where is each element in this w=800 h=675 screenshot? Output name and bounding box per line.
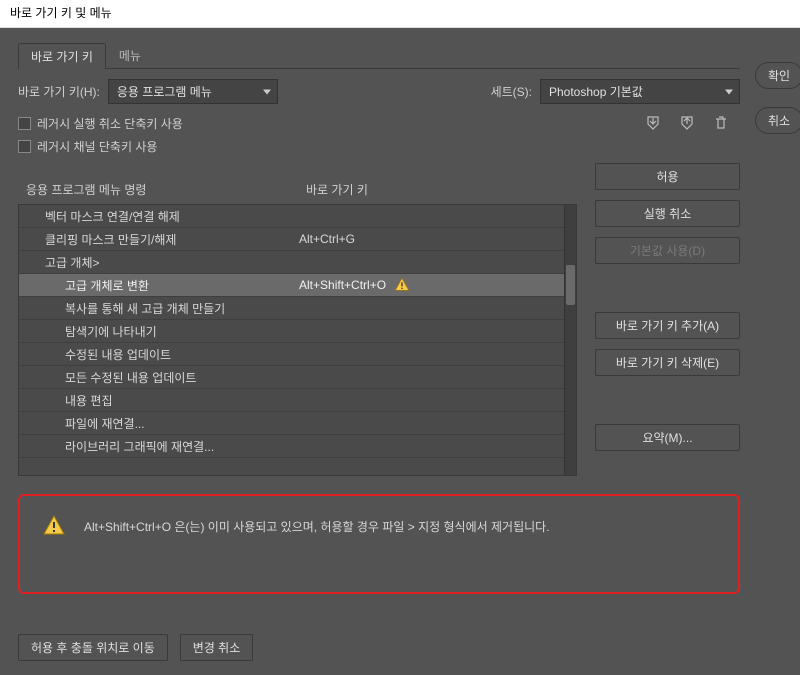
- legacy-undo-label: 레거시 실행 취소 단축키 사용: [37, 115, 183, 132]
- middle-section: 응용 프로그램 메뉴 명령 바로 가기 키 벡터 마스크 연결/연결 해제클리핑…: [18, 163, 740, 476]
- tree-scrollbar[interactable]: [564, 205, 576, 475]
- legacy-undo-row: 레거시 실행 취소 단축키 사용: [18, 114, 740, 132]
- tab-shortcuts[interactable]: 바로 가기 키: [18, 43, 106, 69]
- tree-row[interactable]: 내용 편집: [19, 389, 564, 412]
- legacy-channel-row: 레거시 채널 단축키 사용: [18, 138, 740, 155]
- dialog-right-buttons: 확인 취소: [758, 28, 800, 675]
- window-titlebar: 바로 가기 키 및 메뉴: [0, 0, 800, 28]
- tree-row[interactable]: 수정된 내용 업데이트: [19, 343, 564, 366]
- tree-row-label: 고급 개체>: [27, 254, 100, 271]
- tree-row-label: 내용 편집: [27, 392, 113, 409]
- tab-menus[interactable]: 메뉴: [106, 42, 154, 68]
- header-command: 응용 프로그램 메뉴 명령: [26, 181, 306, 198]
- ok-button[interactable]: 확인: [755, 62, 800, 89]
- tree-row[interactable]: 벡터 마스크 연결/연결 해제: [19, 205, 564, 228]
- undo-changes-button[interactable]: 변경 취소: [180, 634, 254, 661]
- new-set-icon[interactable]: [678, 114, 696, 132]
- warning-icon: [42, 514, 66, 538]
- tree-row[interactable]: 파일에 재연결...: [19, 412, 564, 435]
- tree-row-label: 라이브러리 그래픽에 재연결...: [27, 438, 214, 455]
- tree-row-label: 벡터 마스크 연결/연결 해제: [27, 208, 180, 225]
- delete-set-icon[interactable]: [712, 114, 730, 132]
- tree-row-shortcut: Alt+Ctrl+G: [299, 232, 355, 246]
- undo-button[interactable]: 실행 취소: [595, 200, 740, 227]
- row-warning-icon: [394, 277, 410, 293]
- tree-row[interactable]: 고급 개체로 변환 Alt+Shift+Ctrl+O: [19, 274, 564, 297]
- delete-shortcut-button[interactable]: 바로 가기 키 삭제(E): [595, 349, 740, 376]
- shortcut-for-label: 바로 가기 키(H):: [18, 83, 100, 100]
- legacy-channel-checkbox[interactable]: [18, 140, 31, 153]
- tree-row-label: 고급 개체로 변환: [27, 277, 149, 294]
- save-set-icon[interactable]: [644, 114, 662, 132]
- legacy-undo-checkbox[interactable]: [18, 117, 31, 130]
- tree-row-label: 클리핑 마스크 만들기/해제: [27, 231, 176, 248]
- top-controls-row: 바로 가기 키(H): 응용 프로그램 메뉴 세트(S): Photoshop …: [18, 79, 740, 104]
- add-shortcut-button[interactable]: 바로 가기 키 추가(A): [595, 312, 740, 339]
- tree-row-label: 모든 수정된 내용 업데이트: [27, 369, 196, 386]
- tree-row-label: 탐색기에 나타내기: [27, 323, 157, 340]
- tree-row[interactable]: 라이브러리 그래픽에 재연결...: [19, 435, 564, 458]
- tree-row[interactable]: 모든 수정된 내용 업데이트: [19, 366, 564, 389]
- side-buttons: 허용 실행 취소 기본값 사용(D) 바로 가기 키 추가(A) 바로 가기 키…: [595, 163, 740, 476]
- tree-headers: 응용 프로그램 메뉴 명령 바로 가기 키: [18, 181, 577, 204]
- summarize-button[interactable]: 요약(M)...: [595, 424, 740, 451]
- go-to-conflict-button[interactable]: 허용 후 충돌 위치로 이동: [18, 634, 168, 661]
- tree-row-shortcut: Alt+Shift+Ctrl+O: [299, 278, 386, 292]
- warning-text: Alt+Shift+Ctrl+O 은(는) 이미 사용되고 있으며, 허용할 경…: [84, 518, 550, 535]
- header-shortcut: 바로 가기 키: [306, 181, 569, 198]
- window-title: 바로 가기 키 및 메뉴: [10, 6, 112, 20]
- tree-row-label: 파일에 재연결...: [27, 415, 145, 432]
- set-label: 세트(S):: [491, 83, 532, 100]
- tree-row[interactable]: 고급 개체>: [19, 251, 564, 274]
- main-panel: 바로 가기 키 메뉴 바로 가기 키(H): 응용 프로그램 메뉴 세트(S):…: [0, 28, 758, 675]
- tab-bar: 바로 가기 키 메뉴: [18, 42, 740, 69]
- bottom-buttons: 허용 후 충돌 위치로 이동 변경 취소: [18, 634, 740, 661]
- warning-box: Alt+Shift+Ctrl+O 은(는) 이미 사용되고 있으며, 허용할 경…: [18, 494, 740, 594]
- tree-row-label: 수정된 내용 업데이트: [27, 346, 171, 363]
- shortcut-for-dropdown[interactable]: 응용 프로그램 메뉴: [108, 79, 278, 104]
- cancel-button[interactable]: 취소: [755, 107, 800, 134]
- tree-row[interactable]: 복사를 통해 새 고급 개체 만들기: [19, 297, 564, 320]
- set-dropdown[interactable]: Photoshop 기본값: [540, 79, 740, 104]
- legacy-channel-label: 레거시 채널 단축키 사용: [37, 138, 157, 155]
- accept-button[interactable]: 허용: [595, 163, 740, 190]
- tree-column: 응용 프로그램 메뉴 명령 바로 가기 키 벡터 마스크 연결/연결 해제클리핑…: [18, 163, 577, 476]
- dialog-content: 바로 가기 키 메뉴 바로 가기 키(H): 응용 프로그램 메뉴 세트(S):…: [0, 28, 800, 675]
- use-default-button[interactable]: 기본값 사용(D): [595, 237, 740, 264]
- set-icons: [644, 114, 740, 132]
- tree-row-label: 복사를 통해 새 고급 개체 만들기: [27, 300, 225, 317]
- command-tree[interactable]: 벡터 마스크 연결/연결 해제클리핑 마스크 만들기/해제 Alt+Ctrl+G 고…: [18, 204, 577, 476]
- tree-row[interactable]: 클리핑 마스크 만들기/해제 Alt+Ctrl+G: [19, 228, 564, 251]
- shortcuts-dialog: 바로 가기 키 및 메뉴 바로 가기 키 메뉴 바로 가기 키(H): 응용 프…: [0, 0, 800, 675]
- scrollbar-thumb[interactable]: [566, 265, 575, 305]
- tree-row[interactable]: 탐색기에 나타내기: [19, 320, 564, 343]
